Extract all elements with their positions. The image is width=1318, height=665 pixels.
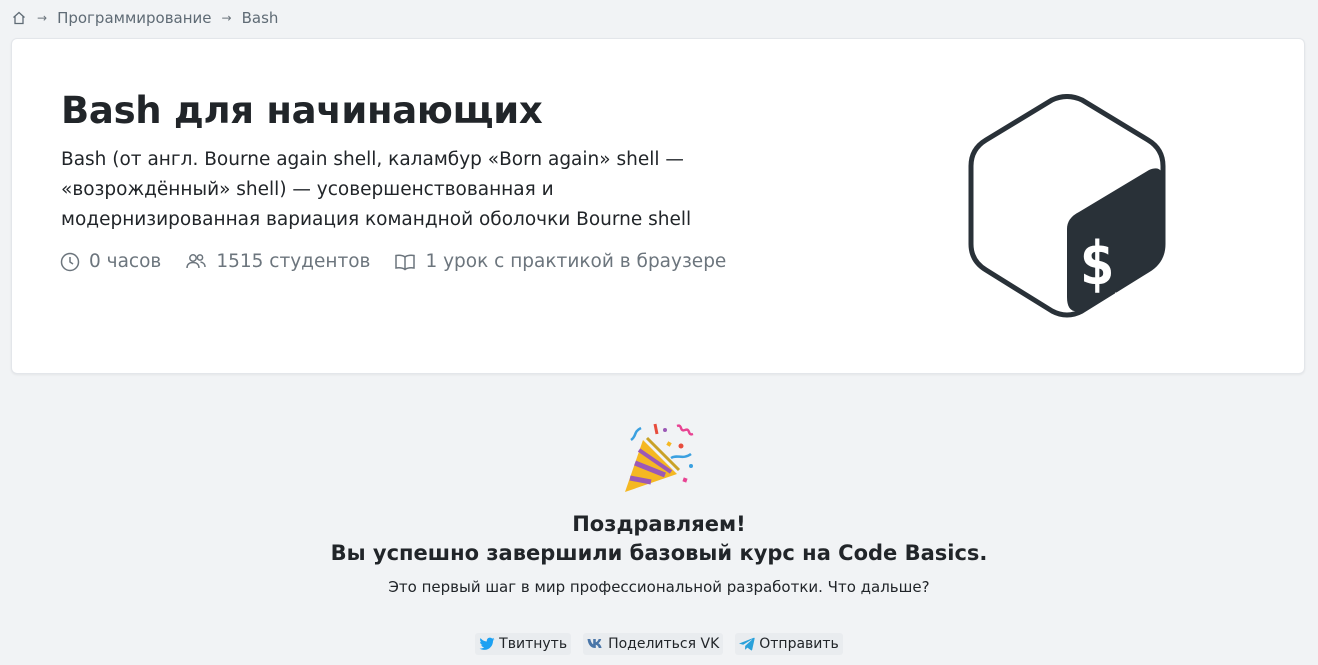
breadcrumb-programming[interactable]: Программирование [57,9,211,27]
congrats-line-1: Поздравляем! [572,512,746,536]
course-description: Bash (от англ. Bourne again shell, калам… [61,149,692,230]
twitter-share-button[interactable]: Твитнуть [475,633,572,655]
students-meta: 1515 студентов [185,251,370,272]
users-icon [186,253,207,268]
duration-meta: 0 часов [60,251,161,272]
lessons-text: 1 урок с практикой в браузере [425,251,727,272]
telegram-label: Отправить [759,636,839,652]
telegram-share-button[interactable]: Отправить [735,633,843,655]
twitter-label: Твитнуть [499,636,568,652]
breadcrumb-separator: → [221,11,232,25]
party-popper-icon [625,423,694,492]
clock-icon [60,252,80,271]
course-card: Bash для начинающих Bash (от англ. Bourn… [11,38,1305,374]
home-icon[interactable] [11,10,27,26]
logo-text: $_ [1079,229,1152,299]
vk-label: Поделиться VK [608,636,720,652]
vk-share-button[interactable]: Поделиться VK [583,633,724,655]
breadcrumb: → Программирование → Bash [11,8,278,28]
course-title: Bash для начинающих [61,89,543,132]
telegram-icon [739,637,755,651]
duration-text: 0 часов [89,251,162,272]
bash-logo-icon: $_ [968,94,1166,318]
course-meta: 0 часов 1515 студентов 1 урок с практико… [60,251,750,272]
breadcrumb-bash[interactable]: Bash [242,9,279,27]
lessons-meta: 1 урок с практикой в браузере [394,251,726,272]
share-buttons: Твитнуть Поделиться VK Отправить [0,633,1318,655]
students-text: 1515 студентов [216,251,371,272]
vk-icon [587,639,602,648]
twitter-icon [479,637,495,650]
breadcrumb-separator: → [37,11,48,25]
congrats-line-2: Вы успешно завершили базовый курс на Cod… [330,541,988,565]
congrats-subtitle: Это первый шаг в мир профессиональной ра… [388,578,930,596]
congrats-heading: Поздравляем! Вы успешно завершили базовы… [0,510,1318,568]
congrats-section: Поздравляем! Вы успешно завершили базовы… [0,420,1318,596]
book-icon [395,254,416,270]
